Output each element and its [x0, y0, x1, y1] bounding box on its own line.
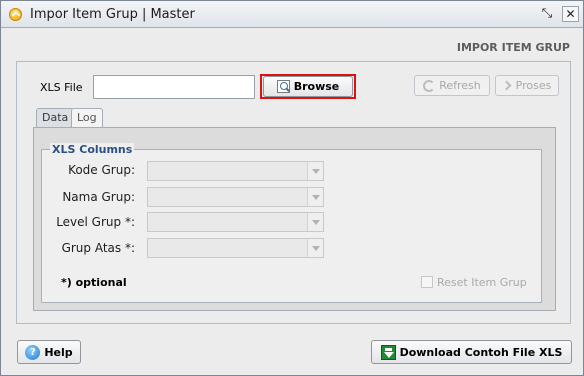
download-excel-icon — [380, 344, 396, 360]
chevron-down-icon[interactable] — [307, 188, 323, 206]
kode-grup-select[interactable] — [147, 161, 324, 181]
magnifier-icon — [276, 80, 290, 93]
restore-icon[interactable]: ⤡ — [538, 5, 556, 23]
xls-file-label: XLS File — [40, 81, 83, 94]
impor-item-grup-window: Impor Item Grup | Master ⤡ ✕ IMPOR ITEM … — [0, 0, 584, 376]
nama-grup-label: Nama Grup: — [62, 190, 135, 204]
reset-item-grup-checkbox[interactable] — [421, 276, 433, 288]
app-icon — [9, 8, 22, 21]
proses-label: Proses — [515, 79, 552, 92]
download-sample-button[interactable]: Download Contoh File XLS — [371, 340, 572, 364]
download-label: Download Contoh File XLS — [399, 345, 563, 359]
browse-button[interactable]: Browse — [263, 76, 353, 97]
kode-grup-label: Kode Grup: — [68, 163, 135, 177]
window-title: Impor Item Grup | Master — [30, 7, 195, 22]
close-icon[interactable]: ✕ — [562, 6, 579, 22]
grup-atas-label: Grup Atas *: — [61, 241, 135, 255]
level-grup-label: Level Grup *: — [56, 215, 135, 229]
xls-columns-legend: XLS Columns — [50, 143, 135, 156]
tab-log[interactable]: Log — [71, 108, 103, 127]
xls-file-input[interactable] — [93, 75, 255, 99]
help-button[interactable]: ? Help — [17, 340, 81, 364]
grup-atas-select[interactable] — [147, 238, 324, 258]
chevron-right-icon — [501, 80, 512, 91]
optional-note: *) optional — [61, 276, 127, 289]
help-label: Help — [44, 345, 73, 359]
tab-data[interactable]: Data — [36, 108, 75, 127]
browse-label: Browse — [293, 80, 340, 93]
page-title: IMPOR ITEM GRUP — [456, 41, 570, 54]
refresh-icon — [423, 79, 436, 92]
reset-item-grup-label[interactable]: Reset Item Grup — [437, 276, 527, 289]
refresh-label: Refresh — [439, 79, 481, 92]
nama-grup-select[interactable] — [147, 187, 324, 207]
help-icon: ? — [25, 344, 41, 360]
proses-button[interactable]: Proses — [495, 75, 559, 96]
title-bar[interactable]: Impor Item Grup | Master ⤡ ✕ — [1, 1, 583, 28]
level-grup-select[interactable] — [147, 212, 324, 232]
chevron-down-icon[interactable] — [307, 162, 323, 180]
chevron-down-icon[interactable] — [307, 213, 323, 231]
chevron-down-icon[interactable] — [307, 239, 323, 257]
refresh-button[interactable]: Refresh — [414, 75, 490, 96]
